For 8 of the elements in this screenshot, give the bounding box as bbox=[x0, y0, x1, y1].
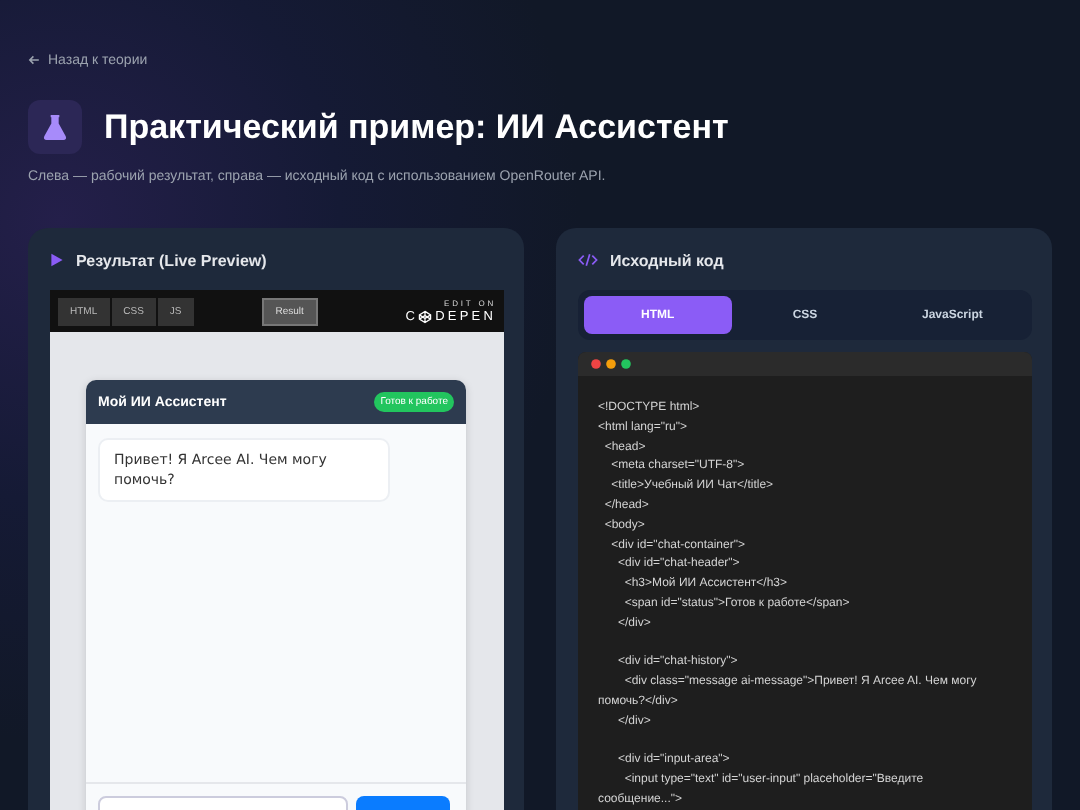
page-title: Практический пример: ИИ Ассистент bbox=[104, 107, 729, 147]
play-icon bbox=[50, 252, 64, 268]
code-icon bbox=[578, 252, 598, 268]
flask-icon bbox=[28, 100, 82, 154]
arrow-left-icon bbox=[28, 54, 40, 66]
cube-icon bbox=[418, 310, 432, 324]
card-title: Результат (Live Preview) bbox=[76, 251, 267, 269]
card-title: Исходный код bbox=[610, 251, 724, 269]
